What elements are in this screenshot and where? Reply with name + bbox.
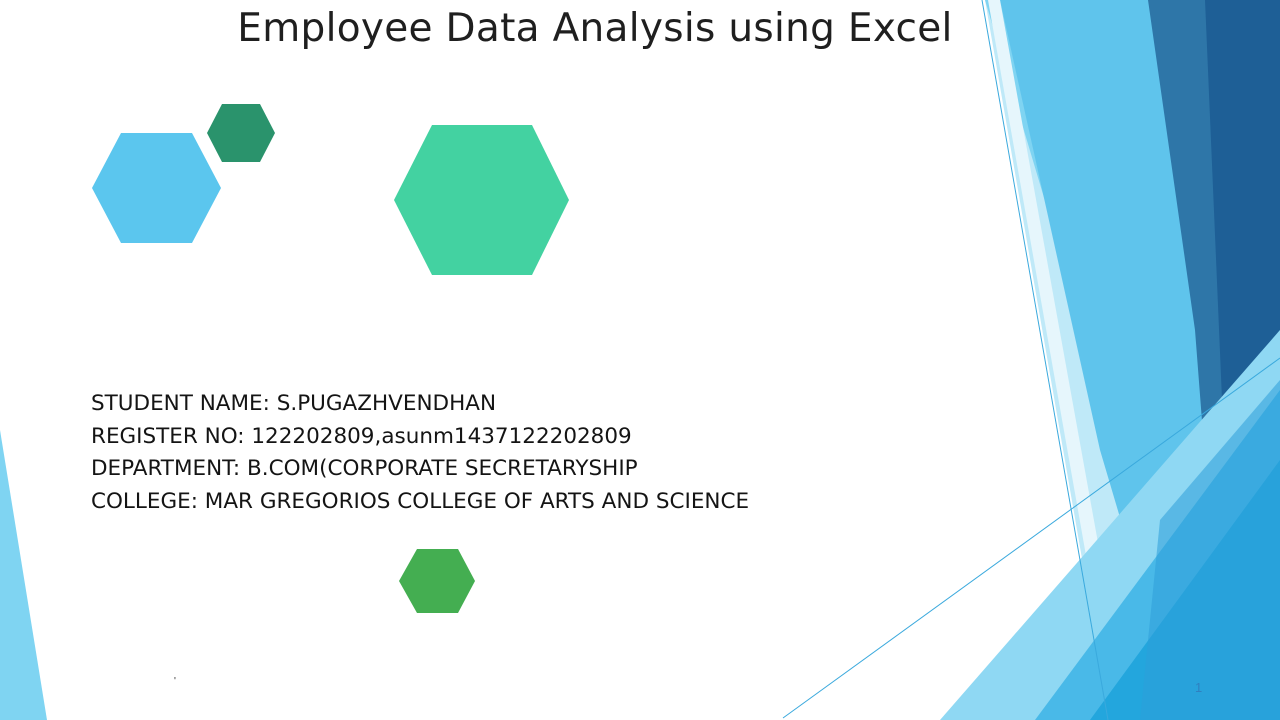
- hexagon-green: [399, 549, 475, 613]
- slide-title: Employee Data Analysis using Excel: [237, 6, 953, 51]
- hexagon-light-blue: [92, 133, 221, 243]
- register-number-line: REGISTER NO: 122202809,asunm143712220280…: [91, 423, 632, 449]
- hexagon-dark-green: [207, 104, 275, 162]
- slide-number: 1: [1195, 680, 1203, 695]
- department-line: DEPARTMENT: B.COM(CORPORATE SECRETARYSHI…: [91, 456, 638, 481]
- college-line: COLLEGE: MAR GREGORIOS COLLEGE OF ARTS A…: [91, 488, 750, 514]
- stray-mark: ': [174, 676, 176, 687]
- student-details: STUDENT NAME: S.PUGAZHVENDHAN REGISTER N…: [91, 388, 851, 518]
- slide: Employee Data Analysis using Excel STUDE…: [0, 0, 1280, 720]
- background-art: [0, 0, 1280, 720]
- left-edge-triangle: [0, 430, 47, 720]
- student-name-line: STUDENT NAME: S.PUGAZHVENDHAN: [91, 391, 497, 416]
- hexagon-mint-green: [394, 125, 569, 275]
